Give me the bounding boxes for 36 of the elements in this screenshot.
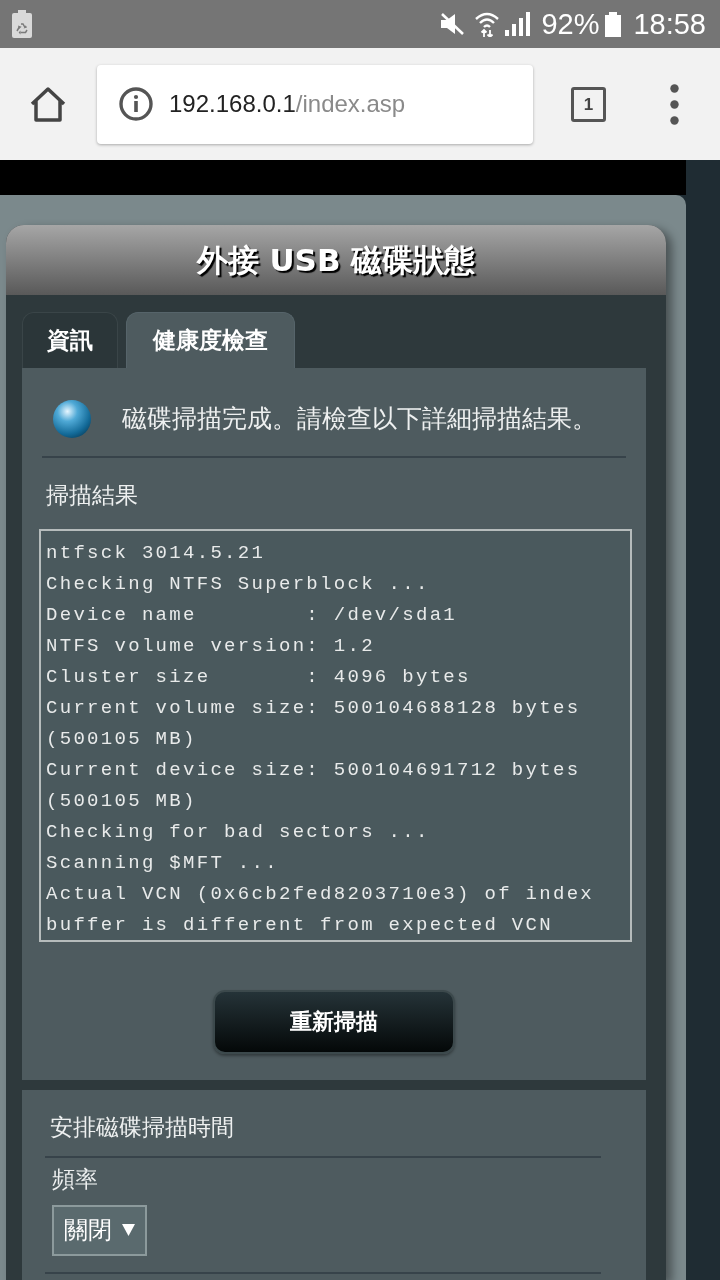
status-message: 磁碟掃描完成。請檢查以下詳細掃描結果。 xyxy=(122,402,597,435)
log-line: buffer is different from expected VCN xyxy=(46,912,554,938)
recycle-battery-icon xyxy=(12,10,32,38)
log-line: Current device size: 500104691712 bytes xyxy=(46,757,582,783)
tab[interactable]: 資訊 xyxy=(22,312,118,368)
log-line: Checking for bad sectors ... xyxy=(46,819,431,845)
frequency-label: 頻率 xyxy=(51,1165,99,1194)
tab[interactable]: 健康度檢查 xyxy=(126,312,295,368)
log-line: Scanning $MFT ... xyxy=(46,850,280,876)
log-line: (500105 MB) xyxy=(46,788,198,814)
rescan-button[interactable]: 重新掃描 xyxy=(213,989,455,1054)
log-line: Checking NTFS Superblock ... xyxy=(46,571,431,597)
schedule-heading: 安排磁碟掃描時間 xyxy=(49,1112,235,1142)
menu-icon[interactable] xyxy=(670,83,679,125)
caret-icon xyxy=(122,1224,135,1236)
log-line: Actual VCN (0x6cb2fed8203710e3) of index xyxy=(46,881,596,907)
frequency-select[interactable]: 關閉 xyxy=(52,1204,147,1256)
mute-icon xyxy=(439,12,466,36)
log-line: Current volume size: 500104688128 bytes xyxy=(46,695,582,721)
clock-time: 18:58 xyxy=(633,9,706,39)
home-icon[interactable] xyxy=(29,85,67,123)
results-heading: 掃描結果 xyxy=(45,481,139,510)
wifi-icon xyxy=(475,11,500,37)
battery-icon xyxy=(605,11,622,37)
panel-title: 外接 USB 磁碟狀態 xyxy=(196,240,476,280)
log-line: Cluster size : 4096 bytes xyxy=(46,664,472,690)
url-field[interactable]: 192.168.0.1/index.asp xyxy=(97,64,533,144)
log-line: (500105 MB) xyxy=(46,726,198,752)
log-line: Device name : /dev/sda1 xyxy=(46,602,459,628)
battery-percent: 92% xyxy=(541,9,600,39)
signal-icon xyxy=(505,12,532,36)
log-line: ntfsck 3014.5.21 xyxy=(46,540,267,566)
info-icon[interactable] xyxy=(119,87,153,121)
tab-switcher-button[interactable]: 1 xyxy=(571,86,606,122)
sphere-icon xyxy=(52,399,92,439)
log-line: NTFS volume version: 1.2 xyxy=(46,633,376,659)
